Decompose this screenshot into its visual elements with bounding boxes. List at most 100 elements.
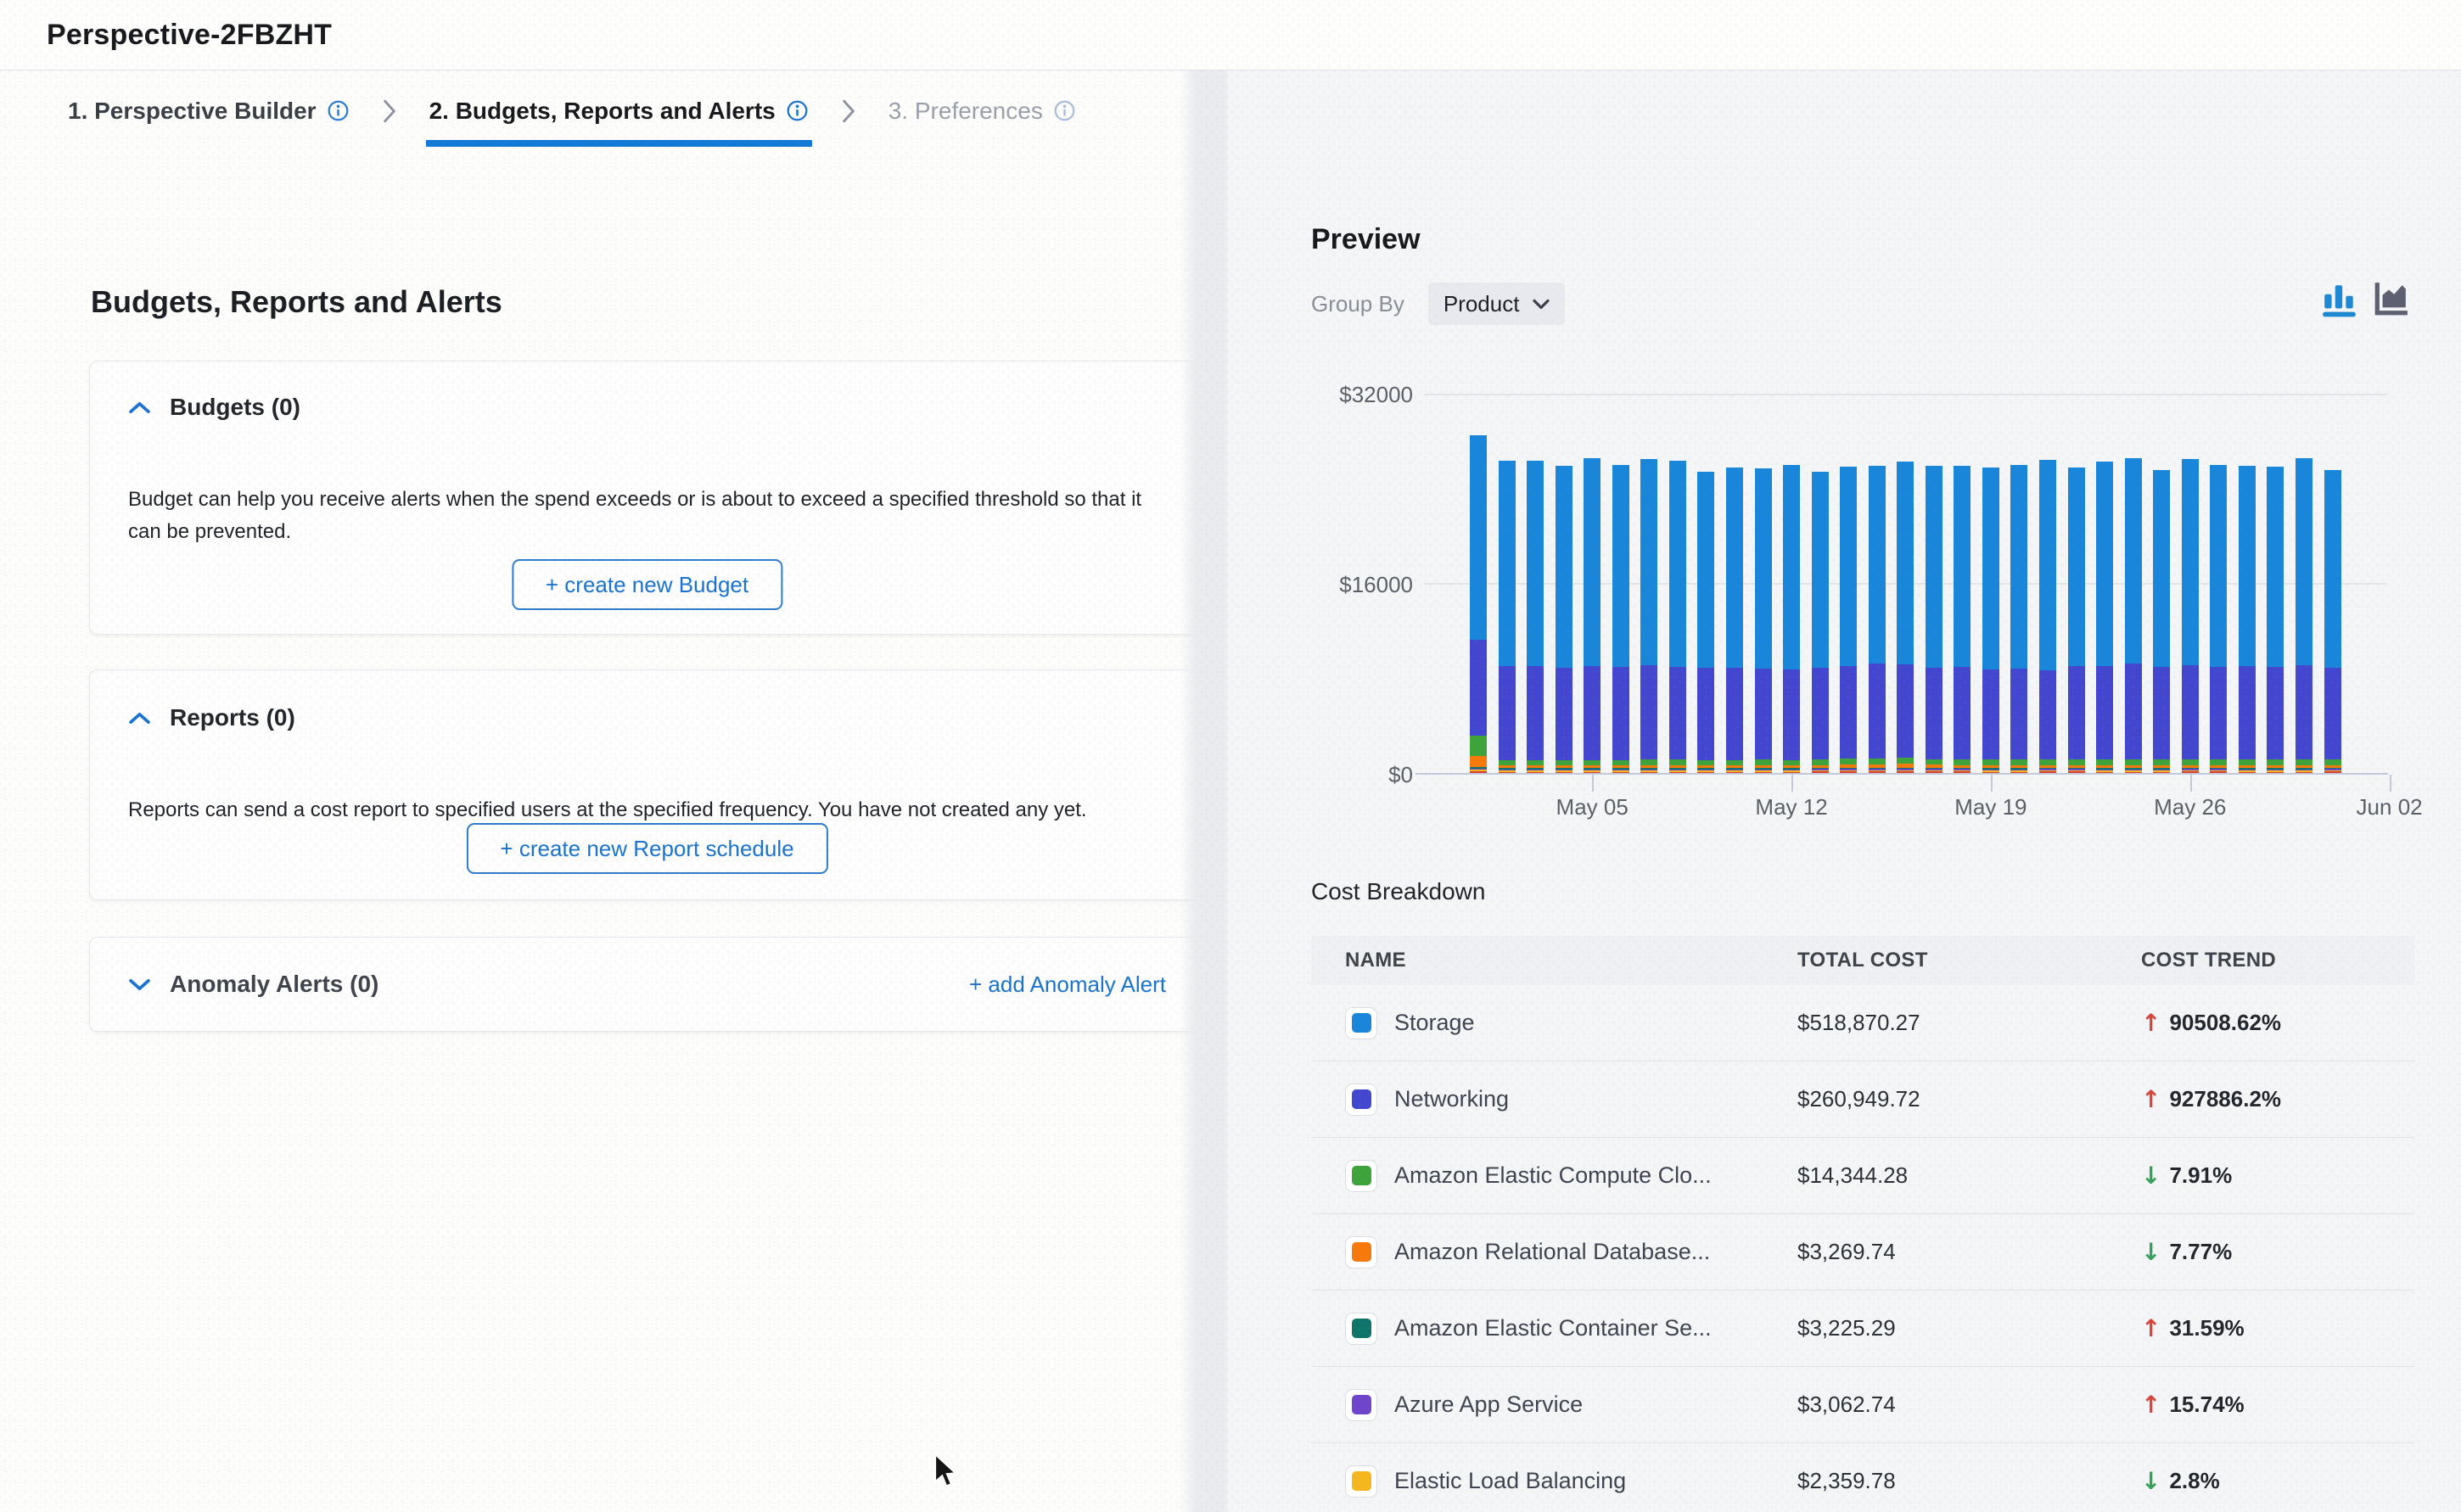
app-header: Perspective-2FBZHT — [0, 0, 2461, 70]
area-chart-icon[interactable] — [2373, 281, 2408, 318]
bar-segment — [2068, 468, 2085, 666]
column-header-total-cost: TOTAL COST — [1797, 949, 2141, 972]
step-perspective-builder[interactable]: 1. Perspective Builder — [68, 70, 350, 151]
x-axis-label: May 26 — [2154, 794, 2226, 820]
chevron-up-icon[interactable] — [128, 711, 151, 725]
table-row[interactable]: Elastic Load Balancing$2,359.78↓2.8% — [1311, 1443, 2414, 1512]
section-heading: Budgets, Reports and Alerts — [91, 284, 502, 320]
bar-segment — [2182, 459, 2199, 666]
chevron-down-icon[interactable] — [128, 977, 151, 992]
bar-segment — [2239, 666, 2256, 759]
scroll-gutter[interactable] — [1180, 70, 1228, 1512]
step-label: 2. Budgets, Reports and Alerts — [429, 98, 776, 125]
row-total-cost: $3,225.29 — [1797, 1315, 2141, 1341]
bar-segment — [2296, 665, 2312, 759]
cost-breakdown-title: Cost Breakdown — [1311, 878, 1485, 905]
step-label: 1. Perspective Builder — [68, 98, 317, 125]
stacked-bar-may-15 — [1869, 466, 1886, 773]
preview-panel: Preview Group By Product — [1228, 70, 2461, 1512]
bar-segment — [1869, 759, 1886, 764]
info-icon[interactable] — [1053, 99, 1076, 122]
chevron-down-icon — [1533, 299, 1550, 310]
row-total-cost: $2,359.78 — [1797, 1468, 2141, 1494]
bar-segment — [2010, 669, 2027, 760]
add-anomaly-alert-link[interactable]: + add Anomaly Alert — [969, 972, 1166, 998]
bar-segment — [2039, 460, 2056, 670]
bar-segment — [1669, 667, 1686, 759]
left-column: 1. Perspective Builder 2. Budgets, Repor… — [0, 70, 1228, 1512]
bar-segment — [1755, 669, 1772, 760]
bar-segment — [2267, 759, 2284, 765]
bar-segment — [1697, 668, 1714, 760]
bar-segment — [1726, 468, 1743, 668]
series-color-swatch — [1345, 1465, 1377, 1498]
budgets-description: Budget can help you receive alerts when … — [128, 484, 1172, 548]
step-preferences[interactable]: 3. Preferences — [889, 70, 1076, 151]
y-axis-label: $32000 — [1311, 382, 1413, 408]
row-name: Azure App Service — [1394, 1392, 1583, 1418]
group-by-dropdown[interactable]: Product — [1428, 283, 1566, 325]
bar-segment — [1527, 666, 1544, 760]
create-report-schedule-button[interactable]: + create new Report schedule — [466, 823, 827, 874]
bar-segment — [1840, 666, 1857, 759]
reports-description: Reports can send a cost report to specif… — [128, 794, 1172, 826]
chart-type-toggle — [2322, 281, 2408, 318]
stacked-bar-may-10 — [1726, 468, 1743, 773]
stacked-bar-may-01 — [1470, 435, 1487, 773]
stacked-bar-may-05 — [1584, 458, 1600, 773]
bar-segment — [1556, 668, 1572, 760]
bar-segment — [1499, 666, 1516, 760]
stacked-bar-may-14 — [1840, 467, 1857, 773]
group-by-label: Group By — [1311, 291, 1404, 317]
stacked-bar-may-03 — [1527, 461, 1544, 773]
chevron-up-icon[interactable] — [128, 400, 151, 415]
x-axis-tick — [2390, 775, 2391, 792]
bar-segment — [2068, 666, 2085, 759]
row-cost-trend: 7.77% — [2169, 1239, 2232, 1265]
bar-segment — [2239, 466, 2256, 667]
table-row[interactable]: Amazon Elastic Compute Clo...$14,344.28↓… — [1311, 1138, 2414, 1214]
info-icon[interactable] — [327, 99, 350, 122]
bar-segment — [1897, 462, 1914, 664]
stacked-bar-may-18 — [1954, 466, 1970, 773]
bar-segment — [1470, 640, 1487, 736]
bar-segment — [1869, 466, 1886, 663]
bar-segment — [1669, 461, 1686, 667]
row-name: Amazon Relational Database... — [1394, 1239, 1710, 1265]
bar-segment — [2210, 667, 2227, 759]
page-title: Perspective-2FBZHT — [47, 19, 332, 52]
stacked-bar-may-23 — [2096, 462, 2113, 773]
table-row[interactable]: Storage$518,870.27↑90508.62% — [1311, 985, 2414, 1061]
bar-segment — [2125, 759, 2142, 765]
table-row[interactable]: Amazon Elastic Container Se...$3,225.29↑… — [1311, 1291, 2414, 1367]
bar-segment — [2324, 470, 2341, 667]
step-budgets-reports-alerts[interactable]: 2. Budgets, Reports and Alerts — [429, 70, 809, 151]
stacked-bar-may-28 — [2239, 466, 2256, 773]
stacked-bar-may-27 — [2210, 465, 2227, 773]
bar-segment — [2039, 759, 2056, 765]
table-row[interactable]: Amazon Relational Database...$3,269.74↓7… — [1311, 1214, 2414, 1291]
mouse-cursor — [930, 1453, 964, 1490]
stacked-bar-may-22 — [2068, 468, 2085, 773]
create-budget-button[interactable]: + create new Budget — [512, 559, 782, 610]
bar-segment — [1783, 669, 1800, 760]
bar-segment — [2153, 667, 2170, 759]
bar-chart-icon[interactable] — [2322, 281, 2357, 318]
chart-plot-area: $32000 $16000 $0 May 05May 12May 19May 2… — [1424, 394, 2387, 774]
row-total-cost: $3,062.74 — [1797, 1392, 2141, 1418]
bar-segment — [1926, 759, 1942, 765]
info-icon[interactable] — [786, 99, 809, 122]
row-name: Networking — [1394, 1086, 1509, 1112]
bar-segment — [1926, 466, 1942, 668]
bar-segment — [2296, 458, 2312, 665]
table-row[interactable]: Azure App Service$3,062.74↑15.74% — [1311, 1367, 2414, 1443]
cost-breakdown-table: NAME TOTAL COST COST TREND Storage$518,8… — [1311, 936, 2414, 1512]
table-header-row: NAME TOTAL COST COST TREND — [1311, 936, 2414, 985]
bar-segment — [1812, 472, 1829, 668]
stacked-bar-may-13 — [1812, 472, 1829, 773]
bar-segment — [1869, 664, 1886, 759]
table-row[interactable]: Networking$260,949.72↑927886.2% — [1311, 1061, 2414, 1138]
series-color-swatch — [1345, 1160, 1377, 1192]
series-color-swatch — [1345, 1313, 1377, 1345]
stacked-bar-may-26 — [2182, 459, 2199, 773]
